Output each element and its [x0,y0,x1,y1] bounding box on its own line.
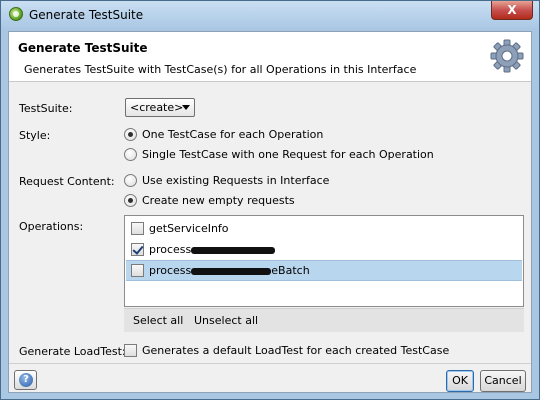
radio-unselected-icon[interactable] [124,174,137,187]
style-option-label: One TestCase for each Operation [142,128,324,141]
style-option-single-testcase[interactable]: Single TestCase with one Request for eac… [124,148,434,161]
operation-name: process eBatch [149,264,310,277]
loadtest-option[interactable]: Generates a default LoadTest for each cr… [124,344,449,357]
help-icon: ? [19,373,33,387]
operation-name: process [149,243,276,256]
title-bar[interactable]: Generate TestSuite X [1,1,539,30]
operations-toolbar: Select all Unselect all [124,308,524,332]
loadtest-label: Generate LoadTest: [19,345,126,358]
soapui-app-icon [9,7,23,21]
redaction-mark [191,246,276,254]
operation-name-prefix: process [149,243,192,256]
operations-list[interactable]: getServiceInfo process process eBatch [124,215,524,307]
request-option-label: Create new empty requests [142,194,295,207]
radio-selected-icon[interactable] [124,128,137,141]
header-description: Generates TestSuite with TestCase(s) for… [24,63,417,76]
checkbox-unchecked[interactable] [131,222,144,235]
operation-name-prefix: process [149,264,192,277]
operation-name-suffix: eBatch [271,264,310,277]
operation-name: getServiceInfo [149,222,229,235]
testsuite-select-value: <create> [130,101,184,114]
unselect-all-button[interactable]: Unselect all [194,314,258,327]
dialog-header: Generate TestSuite Generates TestSuite w… [9,32,531,82]
ok-button[interactable]: OK [446,370,474,392]
testsuite-label: TestSuite: [19,102,73,115]
dialog-content: Generate TestSuite Generates TestSuite w… [8,31,532,393]
generate-testsuite-dialog: Generate TestSuite X Generate TestSuite … [0,0,540,400]
request-option-label: Use existing Requests in Interface [142,174,330,187]
list-item[interactable]: process eBatch [126,260,522,281]
header-title: Generate TestSuite [18,41,148,55]
radio-selected-icon[interactable] [124,194,137,207]
checkbox-checked[interactable] [131,243,144,256]
testsuite-select[interactable]: <create> [125,98,195,117]
footer-divider [9,363,531,364]
request-option-create-empty[interactable]: Create new empty requests [124,194,295,207]
list-item[interactable]: getServiceInfo [126,218,522,239]
operations-label: Operations: [19,220,84,233]
checkbox-unchecked[interactable] [131,264,144,277]
list-item[interactable]: process [126,239,522,260]
gear-icon [490,39,524,73]
cancel-button[interactable]: Cancel [480,370,526,392]
style-label: Style: [19,129,51,142]
request-option-use-existing[interactable]: Use existing Requests in Interface [124,174,329,187]
window-title: Generate TestSuite [29,8,144,22]
request-content-label: Request Content: [19,175,115,188]
loadtest-option-label: Generates a default LoadTest for each cr… [142,344,450,357]
checkbox-unchecked[interactable] [124,344,137,357]
close-button[interactable]: X [491,1,533,20]
radio-unselected-icon[interactable] [124,148,137,161]
redaction-mark [191,267,272,275]
style-option-one-testcase[interactable]: One TestCase for each Operation [124,128,323,141]
help-button[interactable]: ? [14,370,37,390]
chevron-down-icon [182,105,190,110]
select-all-button[interactable]: Select all [133,314,183,327]
style-option-label: Single TestCase with one Request for eac… [142,148,434,161]
